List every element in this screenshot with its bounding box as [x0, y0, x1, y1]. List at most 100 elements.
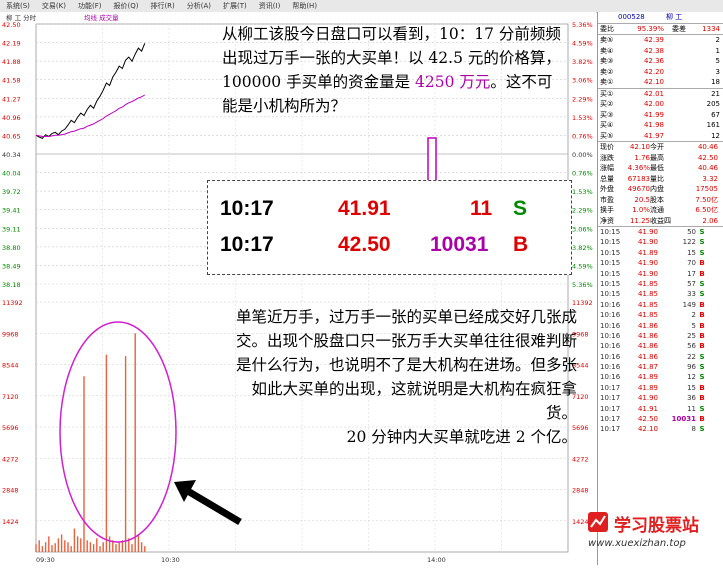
vol-tick-left-7: 1424 [2, 518, 19, 526]
annotation-mid: 单笔近万手，过万手一张的买单已经成交好几张成交。出现个股盘口只一张万手大买单往往… [232, 305, 577, 449]
sell-row-2-cell-2: 5 [715, 57, 720, 65]
menu-item-3[interactable]: 报价(Q) [107, 0, 144, 12]
tick-v-10: 25 [687, 331, 696, 340]
menu-item-6[interactable]: 扩展(T) [217, 0, 253, 12]
x-tick-2: 14:00 [427, 556, 446, 564]
stat-row-3: 总量 67183 量比 3.32 [598, 174, 723, 185]
buy-row-1-cell-2: 205 [706, 100, 720, 108]
sell-row-4-cell-1: 42.10 [643, 78, 664, 86]
sell-row-4-cell-2: 18 [711, 78, 720, 86]
menu-item-4[interactable]: 排行(R) [144, 0, 180, 12]
stat-cell-6-0: 换手 [600, 206, 614, 214]
buy-row-3-cell-2: 161 [706, 121, 720, 129]
price-tick-right-14: 5.36% [572, 281, 593, 289]
tick-v-6: 33 [687, 290, 696, 299]
price-tick-left-14: 38.18 [2, 281, 21, 289]
stat-cell-3-2: 量比 [650, 174, 664, 183]
tick-s-14: S [699, 373, 705, 382]
x-tick-0: 09:30 [36, 556, 55, 564]
tick-t-18: 10:17 [600, 415, 621, 424]
tick-row-14: 10:16 41.89 12 S [598, 372, 723, 382]
price-tick-right-4: 2.29% [572, 95, 593, 103]
tick-s-12: S [699, 352, 705, 361]
tick-v-8: 2 [691, 311, 696, 320]
panel-title: 000528 柳 工 [598, 12, 723, 24]
tick-row-10: 10:16 41.86 25 B [598, 331, 723, 341]
sell-row-3-cell-1: 42.20 [643, 67, 664, 76]
tick-row-4: 10:15 41.90 17 B [598, 269, 723, 279]
tick-s-5: S [699, 279, 705, 288]
tick-t-4: 10:15 [600, 269, 621, 278]
tick-v-17: 11 [687, 404, 696, 413]
weicha-value: 1334 [702, 24, 720, 33]
price-tick-right-5: 1.53% [572, 114, 593, 122]
menu-item-1[interactable]: 交易(K) [36, 0, 72, 12]
tick-s-7: B [699, 300, 705, 309]
stat-cell-7-2: 收益四 [650, 216, 671, 225]
price-tick-left-13: 38.49 [2, 262, 21, 270]
tick-s-11: B [699, 342, 705, 351]
menu-item-5[interactable]: 分析(A) [181, 0, 217, 12]
tick-s-10: B [699, 331, 705, 340]
price-tick-left-3: 41.58 [2, 77, 21, 85]
price-tick-right-9: 1.53% [572, 188, 593, 196]
buy-row-1-cell-0: 买② [600, 100, 614, 108]
tick-p-14: 41.89 [637, 373, 658, 382]
stat-cell-5-3: 7.50亿 [695, 195, 718, 204]
menu-item-8[interactable]: 帮助(H) [286, 0, 323, 12]
price-tick-left-9: 39.72 [2, 188, 21, 196]
vol-tick-left-0: 11392 [2, 299, 23, 307]
sell-row-2-cell-1: 42.36 [643, 57, 664, 65]
vol-tick-left-6: 2848 [2, 487, 19, 495]
tick-v-4: 17 [687, 269, 696, 278]
stat-row-1: 涨跌 1.76 最高 42.50 [598, 153, 723, 164]
tick-s-2: S [699, 248, 705, 257]
price-tick-right-11: 3.06% [572, 225, 593, 233]
tick-t-8: 10:16 [600, 311, 621, 320]
menu-item-7[interactable]: 资讯(I) [253, 0, 287, 12]
tick-p-1: 41.90 [637, 238, 658, 247]
tick-p-15: 41.89 [637, 383, 658, 392]
price-tick-left-5: 40.96 [2, 114, 21, 122]
stat-cell-7-1: 11.25 [629, 216, 650, 225]
tick-row-0: 10:15 41.90 50 S [598, 227, 723, 237]
price-tick-right-0: 5.36% [572, 21, 593, 29]
stat-cell-0-3: 40.46 [697, 143, 718, 151]
annotation-top-highlight: 4250 万元 [415, 73, 491, 91]
tick-list[interactable]: 10:15 41.90 50 S 10:15 41.90 122 S 10:15 41.89 15 S… [598, 227, 723, 435]
sell-row-0: 卖⑤ 42.39 2 [598, 35, 723, 46]
tick-row-7: 10:16 41.85 149 B [598, 300, 723, 310]
tick-v-1: 122 [682, 238, 696, 247]
logo-title: 学习股票站 [614, 516, 699, 536]
price-tick-left-7: 40.34 [2, 151, 21, 159]
tick-t-5: 10:15 [600, 279, 621, 288]
stat-cell-3-3: 3.32 [702, 174, 718, 183]
tick-t-6: 10:15 [600, 290, 621, 299]
menu-item-2[interactable]: 功能(F) [72, 0, 108, 12]
tick-t-7: 10:16 [600, 300, 621, 309]
buy-row-4: 买⑤ 41.97 12 [598, 131, 723, 142]
price-tick-right-12: 3.82% [572, 244, 593, 252]
tick-t-9: 10:16 [600, 321, 621, 330]
tick-row-5: 10:15 41.85 57 S [598, 279, 723, 289]
buy-row-4-cell-0: 买⑤ [600, 131, 614, 140]
sell-row-0-cell-2: 2 [715, 36, 720, 44]
quote-side-2: B [513, 233, 529, 256]
tick-s-18: B [699, 415, 705, 424]
tick-p-5: 41.85 [637, 279, 658, 288]
tick-row-2: 10:15 41.89 15 S [598, 248, 723, 258]
tick-p-0: 41.90 [637, 228, 658, 236]
quote-side-1: S [513, 197, 528, 220]
tick-row-17: 10:17 41.91 11 S [598, 404, 723, 414]
menu-item-0[interactable]: 系统(S) [0, 0, 36, 12]
weibi-label: 委比 [600, 24, 614, 33]
tick-v-12: 22 [687, 352, 696, 361]
tick-p-12: 41.86 [637, 352, 658, 361]
tick-s-16: B [699, 394, 705, 403]
tick-s-1: S [699, 238, 705, 247]
stat-cell-7-0: 净资 [600, 216, 614, 225]
stock-code: 000528 [618, 13, 645, 21]
logo-url[interactable]: www.xuexizhan.top [588, 538, 686, 549]
stat-row-6: 换手 1.0% 流通 6.50亿 [598, 205, 723, 216]
tick-s-9: B [699, 321, 705, 330]
